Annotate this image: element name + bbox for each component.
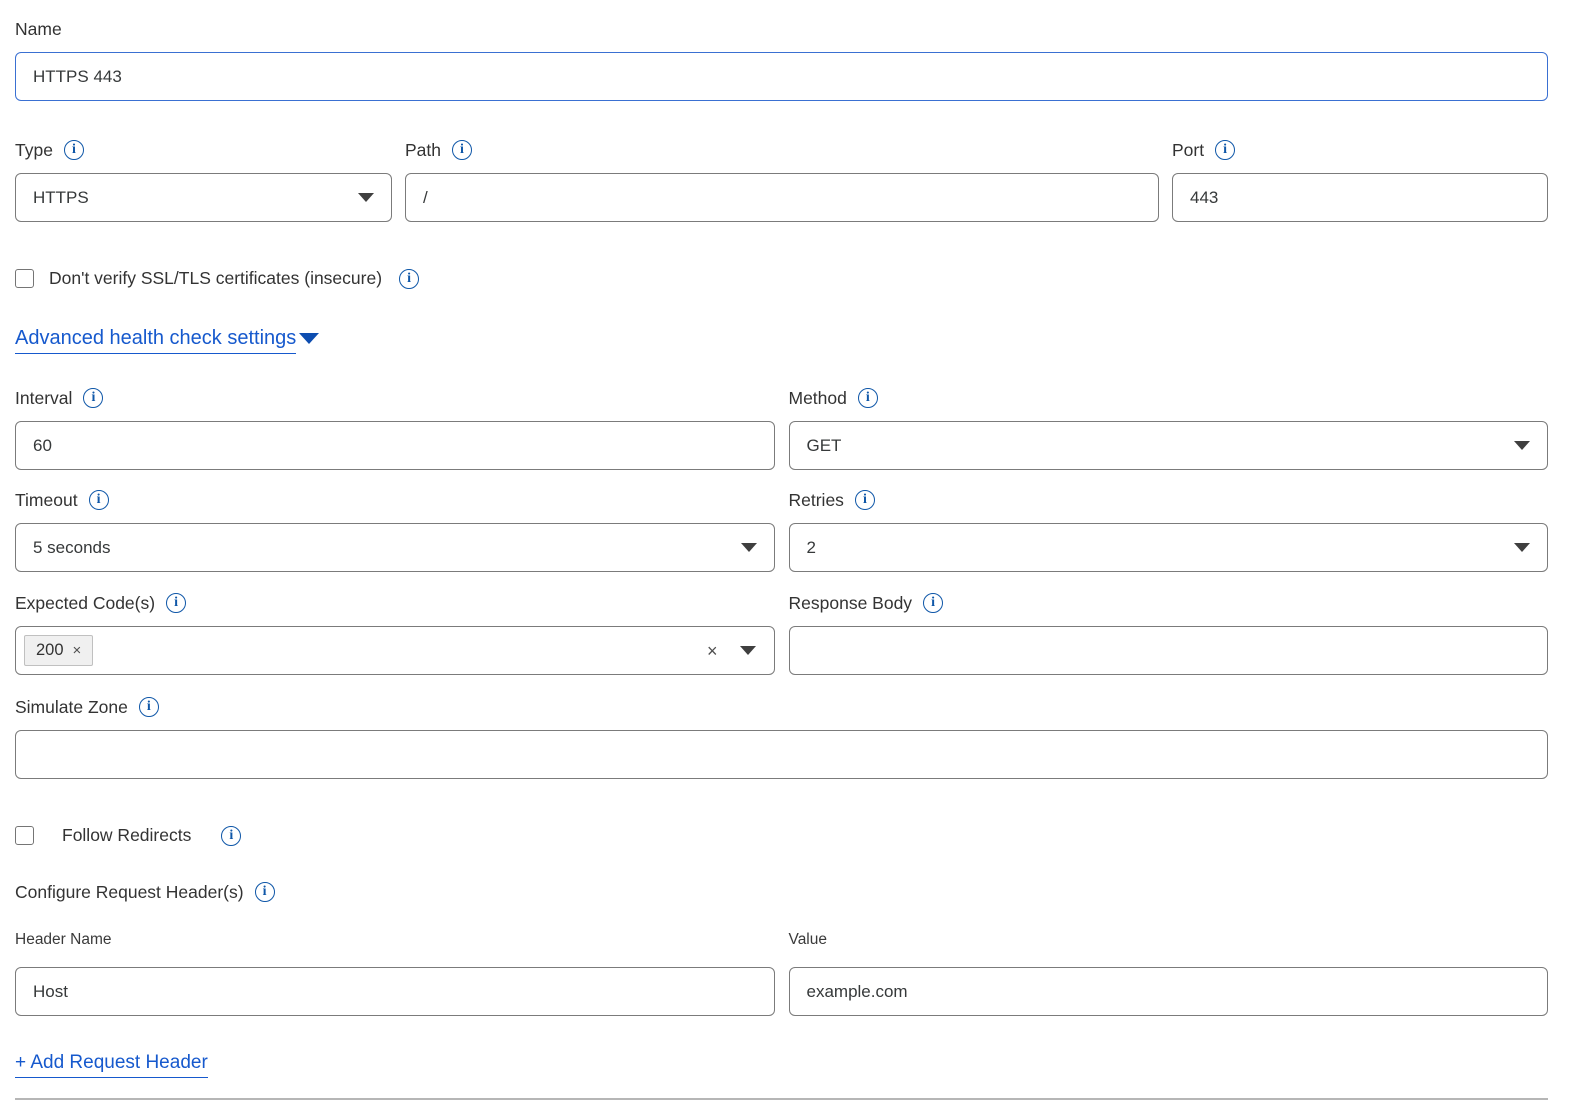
clear-all-icon[interactable]: × — [707, 642, 718, 660]
port-label: Port i — [1172, 139, 1548, 161]
response-body-label: Response Body i — [789, 592, 1549, 614]
verify-ssl-label: Don't verify SSL/TLS certificates (insec… — [49, 268, 382, 289]
follow-redirects-row: Follow Redirects i — [15, 825, 1548, 846]
header-value-input[interactable] — [789, 967, 1549, 1016]
expected-codes-field-group: Expected Code(s) i 200 × × — [15, 592, 775, 675]
timeout-label: Timeout i — [15, 489, 775, 511]
type-select-value: HTTPS — [33, 188, 89, 208]
expected-codes-multiselect[interactable]: 200 × × — [15, 626, 775, 675]
advanced-link-row: Advanced health check settings — [15, 327, 1548, 354]
timeout-field-group: Timeout i 5 seconds — [15, 489, 775, 572]
header-row: Header Name Value — [15, 929, 1548, 1016]
simulate-zone-input[interactable] — [15, 730, 1548, 779]
path-field-group: Path i — [405, 139, 1159, 222]
retries-field-group: Retries i 2 — [789, 489, 1549, 572]
request-headers-section-label: Configure Request Header(s) i — [15, 881, 1548, 903]
retries-info-icon[interactable]: i — [855, 490, 875, 510]
path-label: Path i — [405, 139, 1159, 161]
path-input[interactable] — [405, 173, 1159, 222]
type-select[interactable]: HTTPS — [15, 173, 392, 222]
port-info-icon[interactable]: i — [1215, 140, 1235, 160]
method-field-group: Method i GET — [789, 387, 1549, 470]
response-body-info-icon[interactable]: i — [923, 593, 943, 613]
method-label: Method i — [789, 387, 1549, 409]
header-value-label: Value — [789, 929, 1549, 951]
add-request-header-button[interactable]: + Add Request Header — [15, 1052, 208, 1078]
verify-ssl-info-icon[interactable]: i — [399, 269, 419, 289]
retries-select[interactable]: 2 — [789, 523, 1549, 572]
expected-code-tag-text: 200 — [36, 641, 64, 660]
port-field-group: Port i — [1172, 139, 1548, 222]
chevron-down-icon — [741, 543, 757, 552]
expected-code-tag: 200 × — [24, 635, 93, 666]
type-info-icon[interactable]: i — [64, 140, 84, 160]
interval-input[interactable] — [15, 421, 775, 470]
type-label: Type i — [15, 139, 392, 161]
interval-field-group: Interval i — [15, 387, 775, 470]
advanced-settings-toggle[interactable]: Advanced health check settings — [15, 327, 319, 354]
timeout-info-icon[interactable]: i — [89, 490, 109, 510]
retries-label: Retries i — [789, 489, 1549, 511]
timeout-select-value: 5 seconds — [33, 538, 111, 558]
verify-ssl-row: Don't verify SSL/TLS certificates (insec… — [15, 268, 1548, 289]
method-select-value: GET — [807, 436, 842, 456]
method-info-icon[interactable]: i — [858, 388, 878, 408]
header-value-field-group: Value — [789, 929, 1549, 1016]
follow-redirects-label: Follow Redirects — [62, 825, 191, 846]
name-label: Name — [15, 18, 1548, 40]
expected-codes-label: Expected Code(s) i — [15, 592, 775, 614]
chevron-down-icon — [358, 193, 374, 202]
chevron-down-icon — [299, 333, 319, 344]
tag-remove-icon[interactable]: × — [73, 642, 82, 659]
simulate-zone-info-icon[interactable]: i — [139, 697, 159, 717]
codes-body-row: Expected Code(s) i 200 × × Response Body… — [15, 592, 1548, 675]
chevron-down-icon[interactable] — [740, 646, 756, 655]
response-body-input[interactable] — [789, 626, 1549, 675]
request-headers-info-icon[interactable]: i — [255, 882, 275, 902]
timeout-select[interactable]: 5 seconds — [15, 523, 775, 572]
type-field-group: Type i HTTPS — [15, 139, 392, 222]
verify-ssl-checkbox[interactable] — [15, 269, 34, 288]
interval-label: Interval i — [15, 387, 775, 409]
add-header-row: + Add Request Header — [15, 1052, 1548, 1078]
simulate-zone-field-group: Simulate Zone i — [15, 696, 1548, 779]
section-divider — [15, 1098, 1548, 1100]
interval-info-icon[interactable]: i — [83, 388, 103, 408]
chevron-down-icon — [1514, 441, 1530, 450]
method-select[interactable]: GET — [789, 421, 1549, 470]
chevron-down-icon — [1514, 543, 1530, 552]
simulate-zone-label: Simulate Zone i — [15, 696, 1548, 718]
port-input[interactable] — [1172, 173, 1548, 222]
header-name-input[interactable] — [15, 967, 775, 1016]
type-path-port-row: Type i HTTPS Path i Port i — [15, 139, 1548, 222]
header-name-label: Header Name — [15, 929, 775, 951]
header-name-field-group: Header Name — [15, 929, 775, 1016]
name-field-group: Name — [15, 18, 1548, 101]
retries-select-value: 2 — [807, 538, 816, 558]
follow-redirects-info-icon[interactable]: i — [221, 826, 241, 846]
path-info-icon[interactable]: i — [452, 140, 472, 160]
timeout-retries-row: Timeout i 5 seconds Retries i 2 — [15, 489, 1548, 572]
follow-redirects-checkbox[interactable] — [15, 826, 34, 845]
health-check-form: Name Type i HTTPS Path i Port i — [0, 0, 1570, 1107]
expected-codes-info-icon[interactable]: i — [166, 593, 186, 613]
response-body-field-group: Response Body i — [789, 592, 1549, 675]
name-input[interactable] — [15, 52, 1548, 101]
interval-method-row: Interval i Method i GET — [15, 387, 1548, 470]
